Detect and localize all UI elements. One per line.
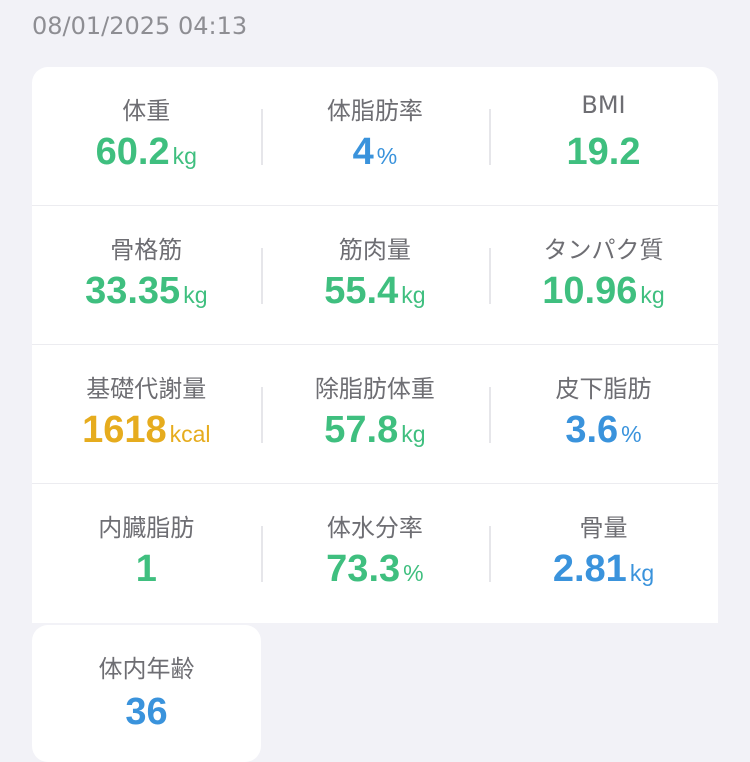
metric-visceral-fat: 内臓脂肪 1 bbox=[32, 484, 261, 623]
metric-value: 55.4 bbox=[324, 270, 399, 312]
metric-value-group: 55.4 kg bbox=[261, 270, 490, 313]
metric-unit: kg bbox=[629, 560, 655, 586]
metric-body-fat-rate: 体脂肪率 4% bbox=[260, 67, 490, 205]
metric-value: 1 bbox=[135, 548, 157, 590]
metric-label: 内臓脂肪 bbox=[98, 514, 195, 542]
metric-value: 3.6 bbox=[565, 409, 619, 451]
metric-label: 筋肉量 bbox=[338, 236, 411, 264]
metric-value: 1618 bbox=[82, 409, 167, 451]
metric-bmi: BMI 19.2 bbox=[489, 67, 718, 205]
metric-label: 皮下脂肪 bbox=[555, 375, 652, 403]
metric-value-group: 1 bbox=[32, 548, 261, 591]
metric-value-group: 36 bbox=[32, 691, 261, 734]
metric-unit: kg bbox=[401, 421, 426, 447]
metric-unit: kg bbox=[183, 282, 208, 308]
metric-value: 36 bbox=[125, 691, 168, 733]
metrics-row: 体重 60.2 kg 体脂肪率 4% BMI 19.2 bbox=[32, 67, 718, 206]
metric-bone-mass: 骨量 2.81 kg bbox=[489, 484, 718, 623]
metrics-row: 骨格筋 33.35 kg 筋肉量 55.4 kg タンパク質 10.96 kg bbox=[32, 206, 718, 345]
metric-value-group: 1618 kcal bbox=[32, 409, 261, 452]
metric-unit: kg bbox=[401, 282, 426, 308]
metric-protein: タンパク質 10.96 kg bbox=[489, 206, 718, 344]
metric-skeletal-muscle: 骨格筋 33.35 kg bbox=[32, 206, 261, 344]
metric-unit: kg bbox=[172, 143, 197, 169]
metric-value: 57.8 bbox=[324, 409, 399, 451]
metric-value-group: 73.3% bbox=[261, 548, 490, 591]
metric-value: 4 bbox=[352, 131, 374, 173]
metric-value: 10.96 bbox=[542, 270, 638, 312]
measurement-timestamp: 08/01/2025 04:13 bbox=[32, 12, 248, 40]
metric-subcutaneous-fat: 皮下脂肪 3.6% bbox=[489, 345, 718, 483]
metric-value: 33.35 bbox=[85, 270, 181, 312]
metric-unit: kg bbox=[640, 282, 665, 308]
metric-body-age-card: 体内年齢 36 bbox=[32, 625, 261, 762]
metric-label: 骨量 bbox=[579, 514, 628, 542]
metric-value-group: 33.35 kg bbox=[32, 270, 261, 313]
metric-value: 60.2 bbox=[95, 131, 170, 173]
metrics-row: 基礎代謝量 1618 kcal 除脂肪体重 57.8 kg 皮下脂肪 3.6% bbox=[32, 345, 718, 484]
metric-basal-metabolism: 基礎代謝量 1618 kcal bbox=[32, 345, 261, 483]
metric-value-group: 10.96 kg bbox=[489, 270, 718, 313]
metric-label: タンパク質 bbox=[543, 236, 664, 264]
metrics-card: 体重 60.2 kg 体脂肪率 4% BMI 19.2 骨格筋 33.35 kg 筋… bbox=[32, 67, 718, 623]
metric-body-water-rate: 体水分率 73.3% bbox=[260, 484, 490, 623]
metric-label: 体脂肪率 bbox=[326, 97, 423, 125]
metric-value-group: 60.2 kg bbox=[32, 131, 261, 174]
metric-weight: 体重 60.2 kg bbox=[32, 67, 261, 205]
metric-value: 19.2 bbox=[566, 131, 641, 173]
metric-unit: % bbox=[403, 560, 424, 586]
metric-unit: kcal bbox=[169, 421, 211, 447]
metric-label: BMI bbox=[581, 91, 626, 119]
body-composition-page: 08/01/2025 04:13 体重 60.2 kg 体脂肪率 4% BMI 1… bbox=[0, 0, 750, 762]
metric-label: 除脂肪体重 bbox=[314, 375, 435, 403]
metrics-row: 内臓脂肪 1 体水分率 73.3% 骨量 2.81 kg bbox=[32, 484, 718, 623]
metric-label: 基礎代謝量 bbox=[86, 375, 207, 403]
metric-value: 2.81 bbox=[552, 548, 627, 590]
metric-label: 体重 bbox=[122, 97, 171, 125]
metric-value: 73.3 bbox=[326, 548, 401, 590]
metric-lean-body-mass: 除脂肪体重 57.8 kg bbox=[260, 345, 490, 483]
metric-value-group: 2.81 kg bbox=[489, 548, 718, 591]
metric-value-group: 3.6% bbox=[489, 409, 718, 452]
metric-unit: % bbox=[376, 143, 398, 169]
metric-value-group: 19.2 bbox=[489, 131, 718, 174]
metric-label: 骨格筋 bbox=[110, 236, 183, 264]
metric-muscle-mass: 筋肉量 55.4 kg bbox=[260, 206, 490, 344]
metric-label: 体内年齢 bbox=[98, 655, 195, 683]
metric-value-group: 4% bbox=[261, 131, 490, 174]
metric-value-group: 57.8 kg bbox=[261, 409, 490, 452]
metric-label: 体水分率 bbox=[326, 514, 423, 542]
metric-unit: % bbox=[621, 421, 642, 447]
